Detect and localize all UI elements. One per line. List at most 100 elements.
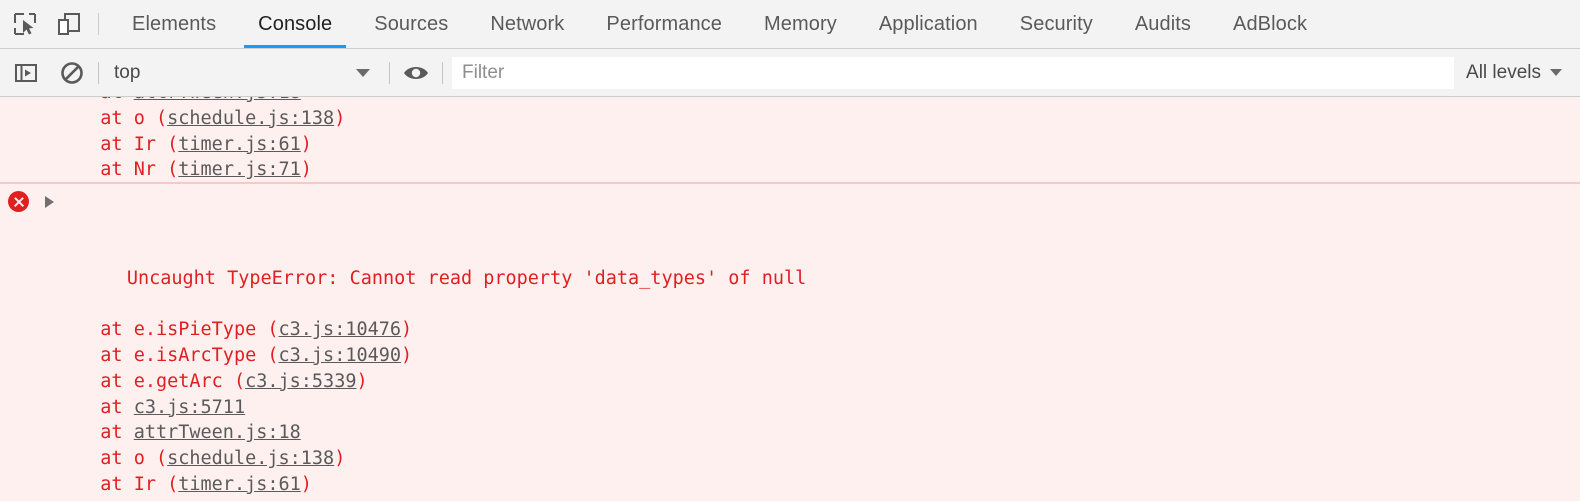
devtools-tabbar: Elements Console Sources Network Perform… (0, 0, 1580, 49)
source-link[interactable]: timer.js:71 (178, 159, 301, 180)
device-toolbar-icon[interactable] (54, 9, 84, 39)
expand-triangle-icon[interactable] (45, 196, 54, 209)
tab-network[interactable]: Network (469, 0, 585, 48)
stack-frame-prefix: at (78, 107, 134, 129)
source-link[interactable]: timer.js:61 (178, 134, 301, 155)
stack-frame[interactable]: at attrTween.js:18 (0, 97, 1580, 106)
create-live-expression-icon[interactable] (399, 56, 433, 90)
source-link[interactable]: c3.js:10476 (279, 319, 402, 340)
tabbar-tool-icons (0, 0, 92, 48)
source-link[interactable]: schedule.js:138 (167, 448, 334, 469)
tab-label: Security (1019, 12, 1093, 35)
clear-console-icon[interactable] (55, 56, 89, 90)
log-level-selector[interactable]: All levels (1466, 62, 1580, 84)
stack-frame-prefix: at (78, 344, 134, 366)
stack-frame[interactable]: at Nr (timer.js:71) (0, 157, 1580, 183)
stack-frame-paren-open: ( (155, 448, 168, 470)
source-link[interactable]: attrTween.js:18 (134, 422, 301, 443)
tab-label: Audits (1134, 12, 1192, 35)
stack-frame-paren-close: ) (356, 370, 368, 392)
stack-frame-function: Nr (134, 500, 167, 501)
inspect-element-icon[interactable] (10, 9, 40, 39)
toolbar-divider (442, 61, 443, 84)
stack-frame-prefix: at (78, 97, 134, 103)
tab-security[interactable]: Security (999, 0, 1114, 48)
stack-frame[interactable]: at c3.js:5711 (0, 395, 1580, 421)
tab-label: Memory (764, 12, 837, 35)
stack-frame-paren-open: ( (167, 473, 179, 495)
console-error-message[interactable]: Uncaught TypeError: Cannot read property… (0, 188, 1580, 317)
source-link[interactable]: schedule.js:138 (167, 108, 334, 129)
tab-label: Network (490, 12, 565, 35)
tab-label: Sources (374, 12, 449, 35)
stack-frame-function: o (133, 448, 156, 470)
tab-audits[interactable]: Audits (1114, 0, 1212, 48)
toolbar-divider (98, 61, 99, 84)
error-icon (8, 191, 29, 213)
stack-frame-function: e.isPieType (133, 319, 268, 341)
source-link[interactable]: c3.js:5339 (245, 371, 356, 392)
console-error-group[interactable]: at attrTween.js:18 at o (schedule.js:138… (0, 97, 1580, 184)
toolbar-divider (389, 61, 390, 84)
stack-frame-prefix: at (78, 370, 134, 392)
tab-performance[interactable]: Performance (585, 0, 743, 48)
stack-frame-prefix: at (78, 133, 134, 155)
stack-frame-prefix: at (78, 396, 134, 418)
stack-frame-paren-open: ( (267, 344, 279, 366)
stack-frame[interactable]: at o (schedule.js:138) (0, 106, 1580, 132)
stack-frame-paren-close: ) (401, 319, 413, 341)
stack-frame[interactable]: at Ir (timer.js:61) (0, 132, 1580, 158)
stack-frame-paren-close: ) (334, 448, 346, 470)
stack-frame[interactable]: at e.isPieType (c3.js:10476) (0, 317, 1580, 343)
stack-frame-function: Ir (133, 133, 168, 155)
chevron-down-icon (1550, 69, 1562, 76)
source-link[interactable]: c3.js:10490 (279, 345, 402, 366)
source-link[interactable]: timer.js:71 (178, 500, 301, 501)
stack-frame-function: Ir (133, 473, 168, 495)
stack-frame[interactable]: at Nr (timer.js:71) (0, 498, 1580, 501)
source-link[interactable]: timer.js:61 (178, 474, 301, 495)
stack-frame-function: o (133, 107, 156, 129)
tab-adblock[interactable]: AdBlock (1212, 0, 1328, 48)
tab-label: Console (258, 12, 333, 35)
stack-frame-function: e.getArc (133, 370, 234, 392)
stack-frame-paren-open: ( (167, 500, 178, 501)
tab-memory[interactable]: Memory (743, 0, 858, 48)
stack-frame-prefix: at (78, 422, 134, 444)
console-filter-toolbar: top All levels (0, 49, 1580, 97)
stack-frame[interactable]: at e.isArcType (c3.js:10490) (0, 343, 1580, 369)
tab-console[interactable]: Console (237, 0, 353, 48)
tab-label: Elements (132, 12, 217, 35)
stack-frame-function: Nr (133, 159, 168, 181)
chevron-down-icon (356, 68, 370, 77)
stack-frame[interactable]: at o (schedule.js:138) (0, 446, 1580, 472)
stack-frame-paren-close: ) (301, 500, 312, 501)
tabbar-divider (98, 13, 99, 35)
stack-frame-paren-open: ( (233, 370, 246, 392)
stack-frame-paren-close: ) (300, 473, 312, 495)
stack-frame-paren-close: ) (300, 133, 312, 155)
stack-frame-prefix: at (78, 500, 134, 501)
stack-frame-paren-close: ) (300, 159, 312, 181)
stack-frame-paren-open: ( (267, 319, 279, 341)
stack-frame-paren-close: ) (401, 344, 413, 366)
tab-elements[interactable]: Elements (111, 0, 237, 48)
tab-label: AdBlock (1233, 12, 1308, 35)
tab-sources[interactable]: Sources (353, 0, 469, 48)
stack-frame[interactable]: at e.getArc (c3.js:5339) (0, 369, 1580, 395)
stack-frame-paren-open: ( (167, 133, 179, 155)
console-message-list[interactable]: at attrTween.js:18 at o (schedule.js:138… (0, 97, 1580, 501)
execution-context-label: top (114, 61, 141, 83)
execution-context-selector[interactable]: top (108, 56, 380, 90)
stack-frame[interactable]: at attrTween.js:18 (0, 420, 1580, 446)
stack-frame-function: e.isArcType (133, 344, 268, 366)
tab-application[interactable]: Application (858, 0, 999, 48)
console-error-group[interactable]: Uncaught TypeError: Cannot read property… (0, 183, 1580, 501)
filter-input[interactable] (452, 56, 1455, 89)
show-console-sidebar-icon[interactable] (9, 56, 43, 90)
error-message-text: Uncaught TypeError: Cannot read property… (126, 267, 807, 289)
tab-label: Application (878, 12, 978, 35)
source-link[interactable]: attrTween.js:18 (134, 97, 301, 103)
stack-frame[interactable]: at Ir (timer.js:61) (0, 472, 1580, 498)
source-link[interactable]: c3.js:5711 (134, 397, 245, 418)
